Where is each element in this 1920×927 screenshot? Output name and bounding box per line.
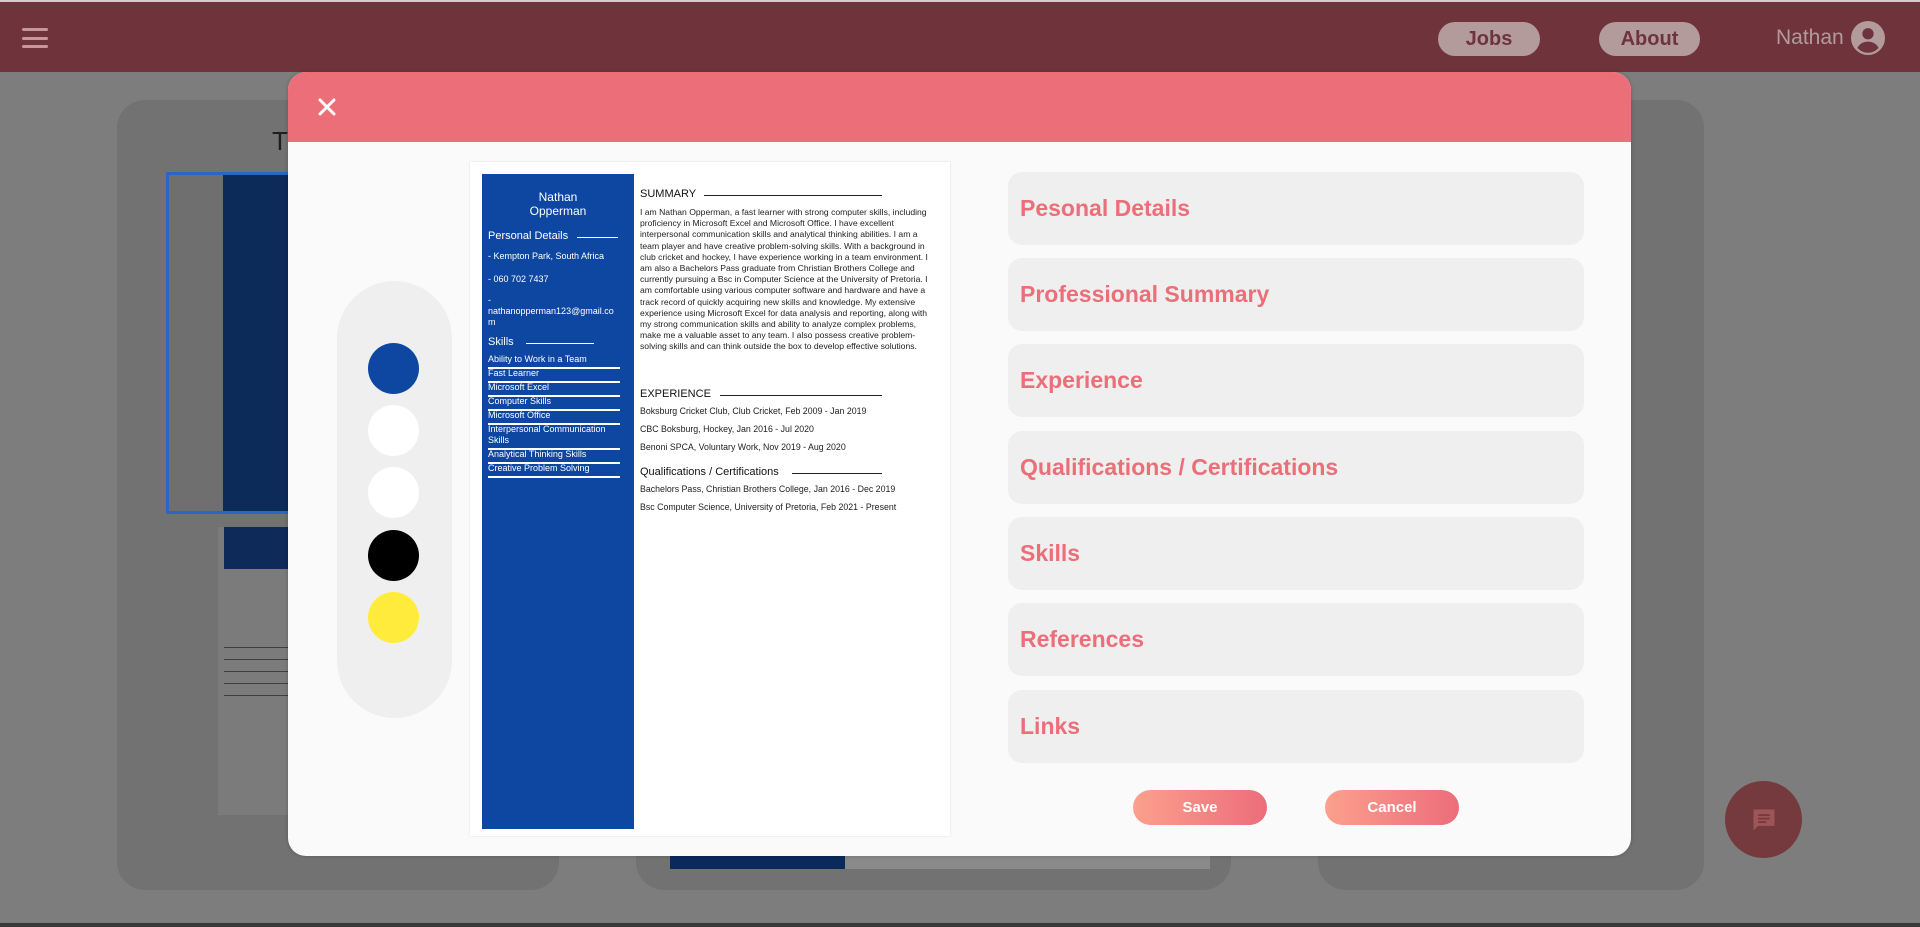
section-label: Experience [1020,367,1143,393]
experience-item: CBC Boksburg, Hockey, Jan 2016 - Jul 202… [640,424,814,434]
chat-message-icon [1753,809,1774,830]
section-label: Skills [1020,540,1081,566]
section-label: References [1020,626,1145,652]
personal-details-heading: Personal Details [488,230,569,242]
section-links[interactable]: Links [1008,690,1584,763]
section-label: Professional Summary [1020,281,1270,307]
color-swatch-black[interactable] [368,530,419,581]
summary-text: I am Nathan Opperman, a fast learner wit… [640,207,928,352]
resume-skill: Ability to Work in a Team [488,354,620,369]
color-swatch-yellow[interactable] [368,592,419,643]
chat-button[interactable] [1725,781,1802,858]
close-icon[interactable] [312,92,342,122]
hamburger-menu-icon[interactable] [22,28,48,48]
qualification-item: Bsc Computer Science, University of Pret… [640,502,897,512]
resume-skill: Creative Problem Solving [488,463,620,478]
resume-preview: Nathan Opperman Personal Details - Kempt… [470,162,950,836]
color-swatch-blue[interactable] [368,343,419,394]
summary-heading: SUMMARY [640,188,697,200]
cancel-button[interactable]: Cancel [1325,790,1459,825]
resume-sidebar: Nathan Opperman Personal Details - Kempt… [482,174,634,829]
resume-skill: Microsoft Excel [488,382,620,397]
qualifications-heading: Qualifications / Certifications [640,466,779,478]
experience-heading: EXPERIENCE [640,388,711,400]
resume-first-name: Nathan [538,190,578,204]
nav-jobs-button[interactable]: Jobs [1438,22,1540,56]
resume-skill: Analytical Thinking Skills [488,449,620,464]
user-name[interactable]: Nathan [1776,26,1844,50]
resume-location: - Kempton Park, South Africa [488,251,605,261]
nav-about-button[interactable]: About [1599,22,1700,56]
resume-email: nathanopperman123@gmail.co [488,306,614,316]
background-bar [845,855,1210,869]
resume-email-tail: m [488,317,496,327]
modal-header [288,72,1631,142]
color-swatch-white[interactable] [368,467,419,518]
skills-heading: Skills [488,336,514,348]
account-circle-icon[interactable] [1851,21,1885,55]
section-skills[interactable]: Skills [1008,517,1584,590]
resume-skill: Microsoft Office [488,410,620,425]
background-title: T [272,126,288,156]
resume-skill: Interpersonal Communication Skills [488,424,620,450]
section-qualifications[interactable]: Qualifications / Certifications [1008,431,1584,504]
background-bar [670,855,845,869]
section-label: Qualifications / Certifications [1020,454,1339,480]
save-button[interactable]: Save [1133,790,1267,825]
resume-name: Nathan Opperman [482,190,634,218]
experience-item: Boksburg Cricket Club, Club Cricket, Feb… [640,406,867,416]
section-experience[interactable]: Experience [1008,344,1584,417]
color-swatch-white[interactable] [368,405,419,456]
resume-email-dash: - [488,295,491,305]
template-thumbnail-selected [166,172,296,514]
resume-editor-modal: Nathan Opperman Personal Details - Kempt… [288,72,1631,856]
experience-item: Benoni SPCA, Voluntary Work, Nov 2019 - … [640,442,846,452]
resume-skill: Computer Skills [488,396,620,411]
section-label: Pesonal Details [1020,195,1191,221]
section-label: Links [1020,713,1081,739]
template-thumbnail [218,527,296,815]
section-personal-details[interactable]: Pesonal Details [1008,172,1584,245]
bottom-strip [0,923,1920,927]
qualification-item: Bachelors Pass, Christian Brothers Colle… [640,484,896,494]
section-references[interactable]: References [1008,603,1584,676]
resume-last-name: Opperman [529,204,587,218]
section-professional-summary[interactable]: Professional Summary [1008,258,1584,331]
resume-phone: - 060 702 7437 [488,274,549,284]
resume-skill: Fast Learner [488,368,620,383]
app-bar: Jobs About Nathan [0,0,1920,72]
color-picker [337,281,452,718]
